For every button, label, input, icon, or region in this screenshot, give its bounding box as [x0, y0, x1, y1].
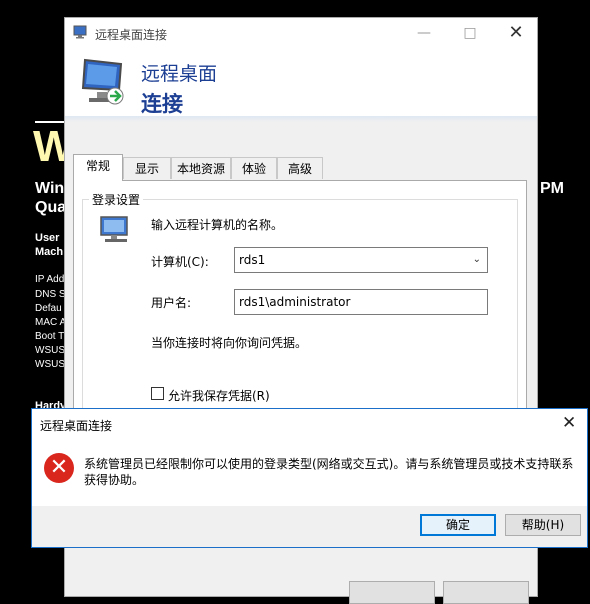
desktop-info-label: Boot T [35, 331, 65, 342]
connect-button[interactable] [349, 581, 435, 604]
rdp-banner: 远程桌面 连接 [65, 48, 537, 116]
desktop-info-label: MAC A [35, 317, 67, 328]
error-dialog: 远程桌面连接 ✕ ✕ 系统管理员已经限制你可以使用的登录类型(网络或交互式)。请… [31, 408, 588, 548]
chevron-down-icon[interactable]: ⌄ [473, 248, 481, 272]
computer-icon [100, 216, 128, 242]
desktop-info-label: Defau [35, 303, 62, 314]
desktop-info-label: IP Add [35, 274, 65, 285]
tab-experience[interactable]: 体验 [231, 157, 277, 179]
desktop-machine-label: Mach [35, 246, 64, 258]
desktop-user-label: User [35, 232, 60, 244]
close-icon[interactable]: ✕ [493, 18, 539, 48]
instruction-text: 输入远程计算机的名称。 [151, 218, 284, 232]
desktop-os-line: Win [35, 180, 65, 197]
dialog-help-button[interactable]: 帮助(H) [505, 514, 581, 536]
tab-general[interactable]: 常规 [73, 154, 123, 181]
computer-value: rds1 [239, 253, 266, 267]
remote-monitor-icon [81, 58, 124, 105]
title-bar[interactable]: 远程桌面连接 — □ ✕ [65, 18, 537, 48]
ok-button[interactable]: 确定 [420, 514, 496, 536]
credentials-prompt-text: 当你连接时将向你询问凭据。 [151, 336, 308, 350]
desktop-os-line-2: Qua [35, 199, 67, 216]
dialog-title: 远程桌面连接 [40, 419, 113, 433]
username-label: 用户名: [151, 296, 192, 310]
tab-local-resources[interactable]: 本地资源 [171, 157, 231, 179]
tab-display[interactable]: 显示 [123, 157, 171, 179]
computer-label: 计算机(C): [151, 255, 209, 269]
login-settings-group: 登录设置 [82, 191, 518, 439]
minimize-icon[interactable]: — [401, 18, 447, 48]
desktop-info-label: WSUS [35, 359, 65, 370]
error-message: 系统管理员已经限制你可以使用的登录类型(网络或交互式)。请与系统管理员或技术支持… [84, 457, 574, 487]
desktop-info-label: DNS S [35, 289, 66, 300]
computer-combobox[interactable]: rds1 ⌄ [234, 247, 488, 273]
save-credentials-label[interactable]: 允许我保存凭据(R) [168, 387, 270, 404]
banner-shadow [65, 116, 537, 122]
desktop-info-label: WSUS [35, 345, 65, 356]
close-icon[interactable]: ✕ [562, 413, 576, 433]
login-settings-title: 登录设置 [89, 191, 144, 208]
desktop-time-suffix: PM [540, 180, 564, 197]
save-credentials-checkbox[interactable] [151, 387, 164, 400]
window-title: 远程桌面连接 [95, 28, 168, 42]
help-button[interactable] [443, 581, 529, 604]
banner-title: 远程桌面 [141, 63, 218, 85]
banner-subtitle: 连接 [141, 92, 183, 116]
dialog-content: 远程桌面连接 ✕ ✕ 系统管理员已经限制你可以使用的登录类型(网络或交互式)。请… [32, 409, 587, 506]
maximize-icon[interactable]: □ [447, 18, 493, 48]
rdp-app-icon [73, 25, 87, 39]
username-field[interactable]: rds1\administrator [234, 289, 488, 315]
error-icon: ✕ [44, 453, 74, 483]
tab-advanced[interactable]: 高级 [277, 157, 323, 179]
